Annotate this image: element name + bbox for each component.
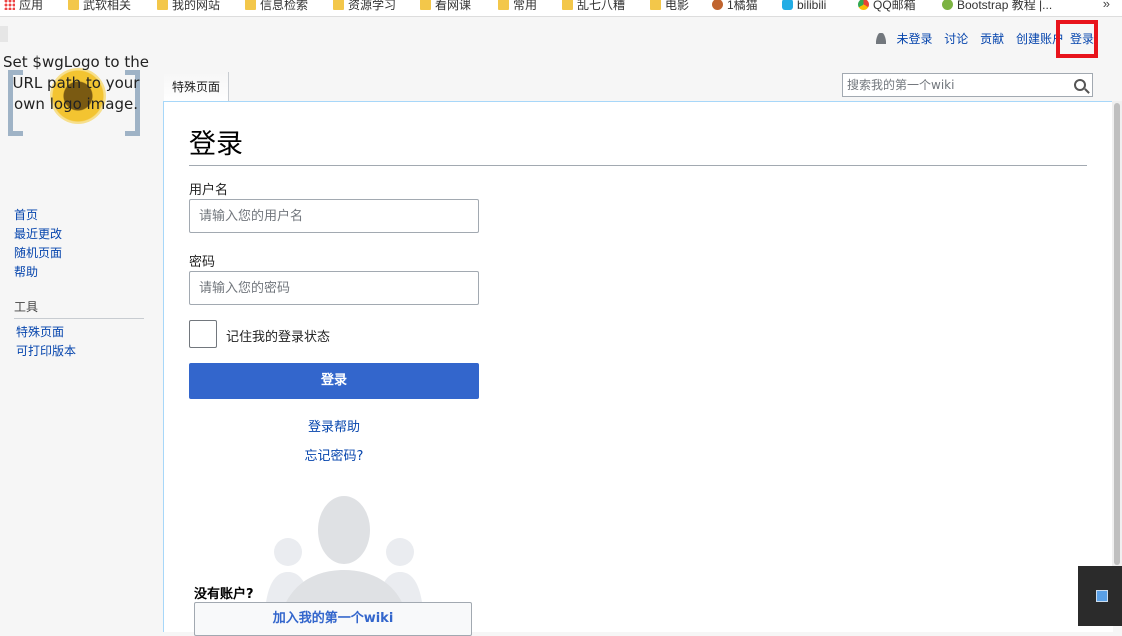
- sidebar-tools-heading[interactable]: 工具: [14, 298, 144, 319]
- bookmark-folder[interactable]: 武软相关: [68, 0, 131, 13]
- bookmark-bilibili[interactable]: bilibili: [782, 0, 826, 13]
- main-content: 登录 用户名 密码 记住我的登录状态 登录 登录帮助 忘记密码? 没有账户? 加…: [163, 101, 1113, 636]
- corner-tab: [0, 26, 8, 42]
- remember-label[interactable]: 记住我的登录状态: [226, 326, 330, 345]
- user-icon: [876, 33, 887, 44]
- anon-user: 未登录: [868, 32, 932, 46]
- folder-icon: [157, 0, 168, 10]
- bootstrap-icon: [942, 0, 953, 10]
- sidebar-item-recent-changes[interactable]: 最近更改: [14, 225, 62, 244]
- remember-checkbox[interactable]: [189, 320, 217, 348]
- bookmark-apps[interactable]: 应用: [4, 0, 43, 13]
- talk-link[interactable]: 讨论: [944, 32, 968, 46]
- sidebar-item-help[interactable]: 帮助: [14, 263, 62, 282]
- sidebar-item-special-pages[interactable]: 特殊页面: [16, 323, 76, 342]
- bookmark-cat[interactable]: 1橘猫: [712, 0, 758, 13]
- username-field: [189, 199, 479, 233]
- folder-icon: [650, 0, 661, 10]
- bookmark-bootstrap[interactable]: Bootstrap 教程 |...: [942, 0, 1052, 13]
- bookmark-folder[interactable]: 我的网站: [157, 0, 220, 13]
- forgot-password-link[interactable]: 忘记密码?: [189, 445, 479, 464]
- folder-icon: [562, 0, 573, 10]
- join-wiki-button[interactable]: 加入我的第一个wiki: [194, 602, 472, 636]
- personal-tools: 未登录 讨论 贡献 创建账户: [860, 30, 1064, 47]
- login-link[interactable]: 登录: [1070, 30, 1094, 47]
- password-field: [189, 271, 479, 305]
- cat-icon: [712, 0, 723, 10]
- scrollbar-thumb[interactable]: [1114, 103, 1120, 565]
- folder-icon: [333, 0, 344, 10]
- bookmark-folder[interactable]: 乱七八糟: [562, 0, 625, 13]
- search-box: [842, 73, 1093, 97]
- apps-icon: [4, 0, 15, 10]
- sidebar-item-printable[interactable]: 可打印版本: [16, 342, 76, 361]
- folder-icon: [420, 0, 431, 10]
- chrome-icon: [858, 0, 869, 10]
- folder-icon: [498, 0, 509, 10]
- search-input[interactable]: [843, 74, 1071, 96]
- tab-special-page[interactable]: 特殊页面: [164, 72, 230, 102]
- taskbar-app-icon[interactable]: [1096, 590, 1108, 602]
- search-icon[interactable]: [1074, 79, 1086, 91]
- bookmark-qqmail[interactable]: QQ邮箱: [858, 0, 916, 13]
- more-bookmarks-icon[interactable]: »: [1103, 0, 1110, 11]
- bilibili-icon: [782, 0, 793, 10]
- login-help-link[interactable]: 登录帮助: [189, 416, 479, 435]
- bookmark-folder[interactable]: 常用: [498, 0, 537, 13]
- bookmark-folder[interactable]: 信息检索: [245, 0, 308, 13]
- password-input[interactable]: [190, 272, 478, 304]
- password-label: 密码: [189, 255, 216, 270]
- sidebar-item-random-page[interactable]: 随机页面: [14, 244, 62, 263]
- page-title: 登录: [189, 122, 1087, 166]
- folder-icon: [245, 0, 256, 10]
- no-account-label: 没有账户?: [194, 587, 254, 602]
- bookmark-folder[interactable]: 看网课: [420, 0, 471, 13]
- folder-icon: [68, 0, 79, 10]
- sidebar-tools: 特殊页面 可打印版本: [16, 323, 76, 361]
- username-input[interactable]: [190, 200, 478, 232]
- contributions-link[interactable]: 贡献: [980, 32, 1004, 46]
- sidebar-nav: 首页 最近更改 随机页面 帮助: [14, 206, 62, 282]
- logo-text: Set $wgLogo to the URL path to your own …: [3, 53, 149, 113]
- bookmark-folder[interactable]: 资源学习: [333, 0, 396, 13]
- sidebar-item-home[interactable]: 首页: [14, 206, 62, 225]
- login-button[interactable]: 登录: [189, 363, 479, 399]
- bookmark-folder[interactable]: 电影: [650, 0, 689, 13]
- username-label: 用户名: [189, 183, 229, 198]
- bookmarks-bar: 应用 武软相关 我的网站 信息检索 资源学习 看网课 常用 乱七八糟 电影 1橘…: [0, 0, 1122, 17]
